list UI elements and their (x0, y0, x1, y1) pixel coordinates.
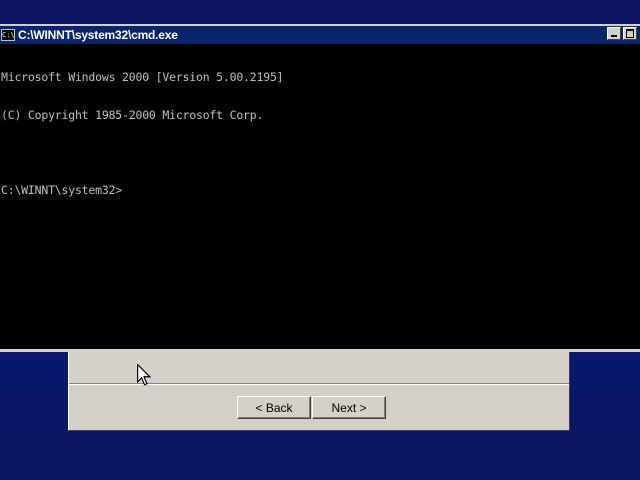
mouse-pointer-icon (137, 364, 151, 386)
console-line: Microsoft Windows 2000 [Version 5.00.219… (1, 70, 284, 84)
cmd-icon[interactable]: C:\ (1, 29, 15, 41)
console-line: (C) Copyright 1985-2000 Microsoft Corp. (1, 107, 264, 122)
next-button[interactable]: Next > (312, 396, 386, 419)
command-prompt: C:\WINNT\system32> (1, 182, 123, 197)
window-title: C:\WINNT\system32\cmd.exe (18, 28, 178, 42)
console-output[interactable]: Microsoft Windows 2000 [Version 5.00.219… (0, 46, 640, 349)
back-button[interactable]: < Back (237, 396, 311, 419)
minimize-button[interactable] (607, 27, 621, 40)
window-controls (607, 27, 637, 40)
cmd-titlebar[interactable]: C:\ C:\WINNT\system32\cmd.exe (0, 24, 640, 44)
maximize-button[interactable] (623, 27, 637, 40)
cmd-window[interactable]: C:\ C:\WINNT\system32\cmd.exe Microsoft … (0, 24, 640, 352)
